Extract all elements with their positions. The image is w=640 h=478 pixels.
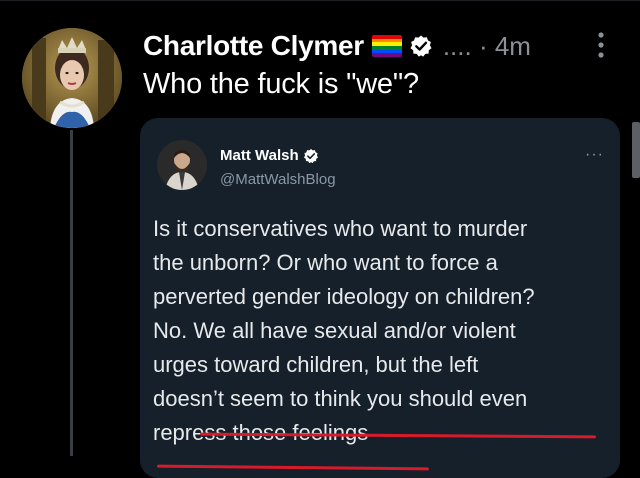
quoted-text-line: doesn’t seem to think you should even <box>153 386 528 411</box>
thread-connector-line <box>70 130 73 456</box>
quoted-author-handle[interactable]: @MattWalshBlog <box>220 171 336 188</box>
quoted-author-avatar[interactable] <box>157 140 207 190</box>
more-horizontal-icon[interactable]: ··· <box>585 146 604 164</box>
quoted-author-name[interactable]: Matt Walsh <box>220 147 299 164</box>
scrollbar-thumb[interactable] <box>632 122 640 178</box>
tweet-header: Charlotte Clymer .... · 4m <box>143 28 531 64</box>
tweet-text: Who the fuck is "we"? <box>143 68 419 100</box>
more-vertical-icon[interactable] <box>595 30 607 60</box>
quoted-text-line: No. We all have sexual and/or violent <box>153 318 516 343</box>
verified-badge-icon <box>410 35 432 57</box>
top-divider <box>0 0 640 1</box>
quoted-text-line: perverted gender ideology on children? <box>153 284 535 309</box>
pride-flag-icon <box>371 35 402 57</box>
author-avatar[interactable] <box>22 28 122 128</box>
quoted-text-line: the unborn? Or who want to force a <box>153 250 498 275</box>
verified-badge-icon <box>303 148 318 163</box>
quoted-author-row: Matt Walsh <box>220 147 319 164</box>
quoted-text-line: urges toward children, but the left <box>153 352 479 377</box>
tweet-meta[interactable]: .... · 4m <box>443 31 531 62</box>
quoted-tweet-card[interactable]: Matt Walsh @MattWalshBlog ··· Is it cons… <box>140 118 620 478</box>
author-name[interactable]: Charlotte Clymer <box>143 30 364 62</box>
quoted-text-line: Is it conservatives who want to murder <box>153 216 528 241</box>
red-underline-annotation <box>156 464 430 471</box>
quoted-tweet-text: Is it conservatives who want to murder t… <box>153 212 613 471</box>
